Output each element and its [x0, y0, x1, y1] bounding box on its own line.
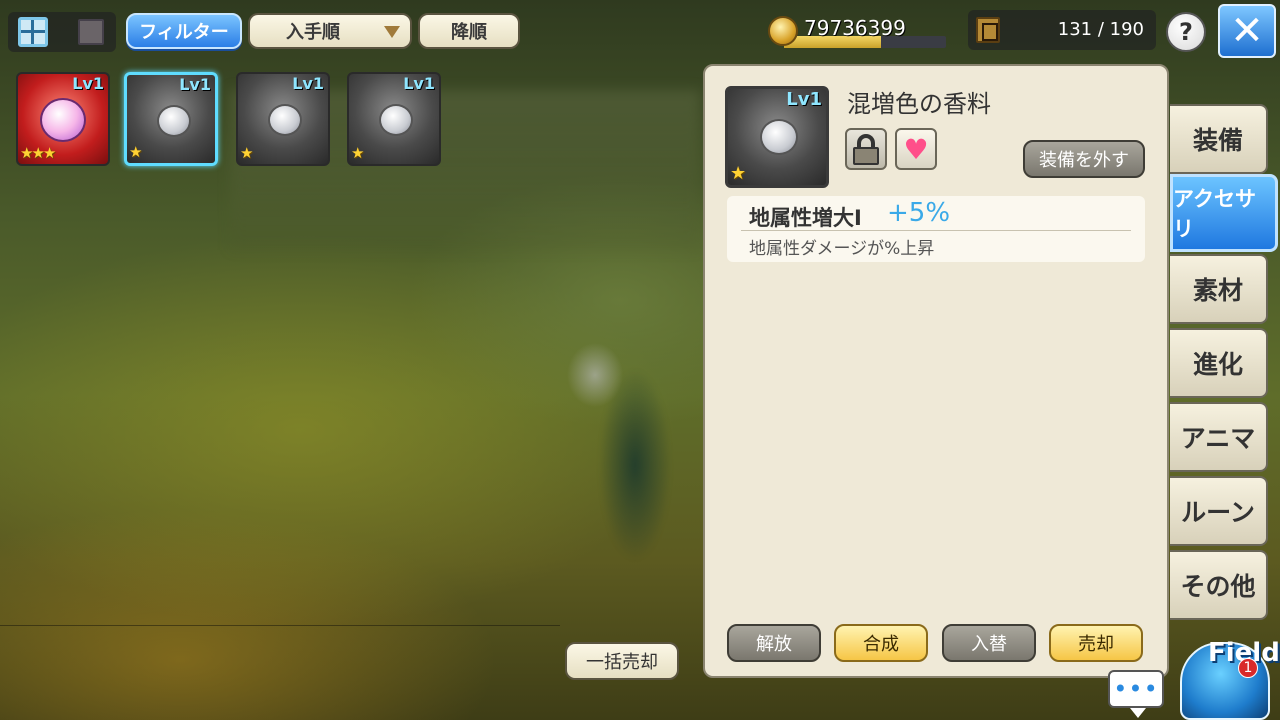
perfume-bottle-icon	[40, 98, 86, 142]
help-button[interactable]: ?	[1166, 12, 1206, 52]
notification-badge: 1	[1238, 658, 1258, 678]
gold-coin-icon	[768, 16, 798, 46]
bulk-sell-button[interactable]: 一括売却	[565, 642, 679, 680]
grid-view-icon[interactable]	[18, 17, 48, 47]
perfume-bottle-icon	[379, 104, 413, 136]
item-name: 混増色の香料	[847, 90, 991, 118]
list-view-icon[interactable]	[78, 19, 104, 45]
background-character	[590, 340, 680, 590]
view-mode-toggle	[8, 12, 116, 52]
detail-item-level: Lv1	[786, 89, 822, 110]
close-button[interactable]: ✕	[1218, 4, 1276, 58]
background-divider	[0, 625, 560, 626]
item-level: Lv1	[403, 74, 435, 93]
chat-button[interactable]: •••	[1108, 670, 1164, 718]
item-level: Lv1	[72, 74, 104, 93]
effect-box: 地属性増大Ⅰ +5% 地属性ダメージが%上昇	[727, 196, 1145, 262]
chevron-down-icon	[384, 26, 400, 38]
sell-button[interactable]: 売却	[1049, 624, 1143, 662]
filter-button[interactable]: フィルター	[126, 13, 242, 49]
effect-description: 地属性ダメージが%上昇	[749, 239, 935, 259]
item-stars: ★	[351, 144, 365, 162]
synthesize-button[interactable]: 合成	[834, 624, 928, 662]
inventory-count: 131 / 190	[1057, 19, 1144, 40]
heart-icon: ♥	[903, 132, 929, 166]
unequip-button[interactable]: 装備を外す	[1023, 140, 1145, 178]
sort-dropdown[interactable]: 入手順	[248, 13, 412, 49]
tab-other[interactable]: その他	[1170, 550, 1268, 620]
item-detail-panel: Lv1 ★ 混増色の香料 ♥ 装備を外す 地属性増大Ⅰ +5% 地属性ダメージが…	[703, 64, 1169, 678]
item-slot-1[interactable]: Lv1 ★★★	[16, 72, 110, 166]
item-slot-4[interactable]: Lv1 ★	[347, 72, 441, 166]
tab-equipment[interactable]: 装備	[1170, 104, 1268, 174]
close-icon: ✕	[1230, 8, 1264, 54]
sort-order-button[interactable]: 降順	[418, 13, 520, 49]
item-stars: ★	[240, 144, 254, 162]
effect-name: 地属性増大Ⅰ	[749, 206, 862, 230]
tab-evolution[interactable]: 進化	[1170, 328, 1268, 398]
item-level: Lv1	[292, 74, 324, 93]
perfume-bottle-icon	[157, 105, 191, 137]
detail-item-stars: ★	[730, 163, 747, 184]
swap-button[interactable]: 入替	[942, 624, 1036, 662]
sort-dropdown-label: 入手順	[286, 22, 340, 43]
inventory-box-icon	[976, 17, 1000, 43]
lock-button[interactable]	[845, 128, 887, 170]
perfume-bottle-icon	[760, 119, 798, 155]
effect-value: +5%	[887, 198, 951, 228]
field-button[interactable]: Field 1	[1172, 628, 1280, 720]
detail-item-icon: Lv1 ★	[725, 86, 829, 188]
tab-anima[interactable]: アニマ	[1170, 402, 1268, 472]
favorite-button[interactable]: ♥	[895, 128, 937, 170]
effect-divider	[741, 230, 1131, 231]
tab-rune[interactable]: ルーン	[1170, 476, 1268, 546]
release-button[interactable]: 解放	[727, 624, 821, 662]
perfume-bottle-icon	[268, 104, 302, 136]
inventory-capacity: 131 / 190	[968, 10, 1156, 50]
lock-icon-body	[853, 147, 879, 165]
item-slot-2[interactable]: Lv1 ★	[124, 72, 218, 166]
item-level: Lv1	[179, 75, 211, 94]
chat-bubble-icon: •••	[1113, 675, 1159, 703]
item-stars: ★	[129, 143, 143, 161]
tab-materials[interactable]: 素材	[1170, 254, 1268, 324]
gold-display: 79736399	[768, 16, 946, 52]
gold-amount: 79736399	[804, 16, 906, 40]
item-slot-3[interactable]: Lv1 ★	[236, 72, 330, 166]
tab-accessory[interactable]: アクセサリ	[1170, 174, 1278, 252]
item-stars: ★★★	[20, 144, 56, 162]
